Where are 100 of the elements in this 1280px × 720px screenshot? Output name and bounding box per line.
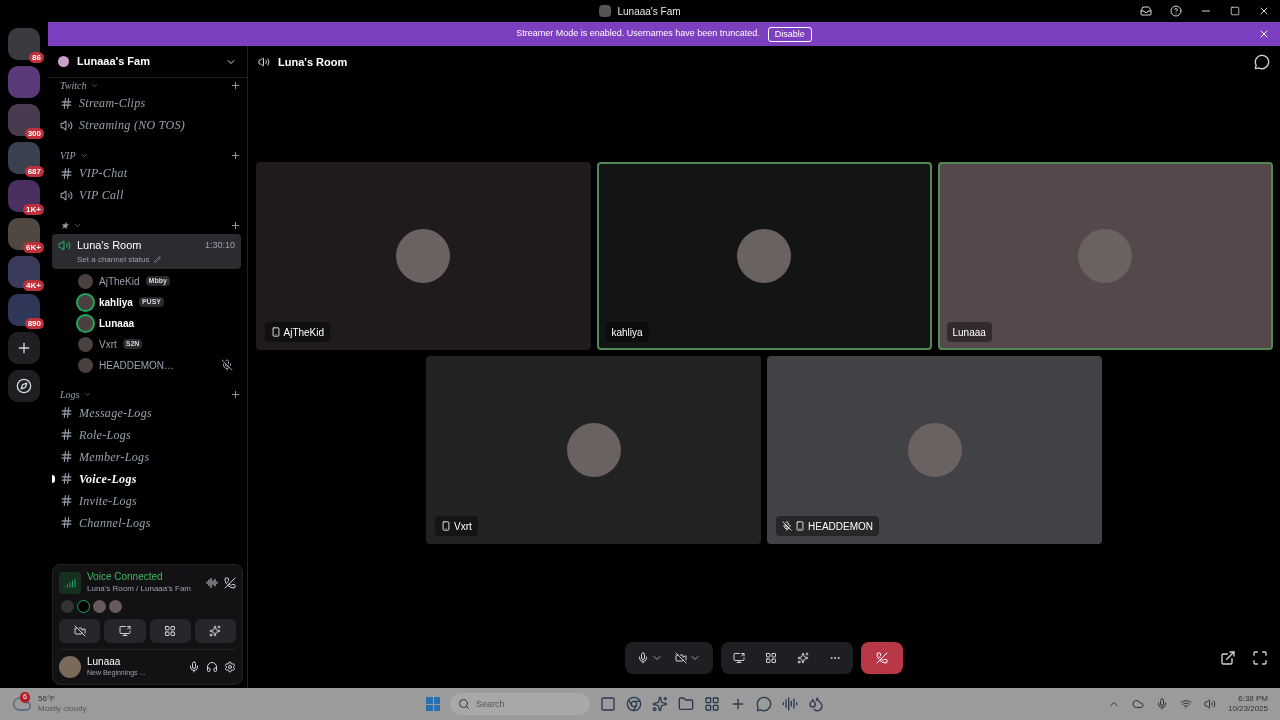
avatar	[77, 600, 90, 613]
disable-button[interactable]: Disable	[767, 26, 812, 42]
plus-icon[interactable]	[230, 389, 241, 400]
channel-item[interactable]: Message-Logs	[52, 401, 241, 424]
fullscreen-icon[interactable]	[1252, 650, 1268, 666]
close-icon[interactable]	[1258, 28, 1270, 40]
camera-off-icon[interactable]	[675, 652, 687, 664]
close-icon[interactable]	[1258, 5, 1270, 17]
video-tile[interactable]: Lunaaa	[937, 162, 1273, 350]
help-icon[interactable]	[1170, 5, 1182, 17]
soundboard-icon[interactable]	[797, 652, 809, 664]
server-icon[interactable]	[8, 294, 40, 326]
settings-icon[interactable]	[224, 661, 236, 673]
member-name[interactable]: kahliya	[99, 294, 133, 310]
video-tile[interactable]: AjTheKid	[255, 162, 591, 350]
plus-icon[interactable]	[230, 149, 241, 161]
screen-share-icon[interactable]	[733, 652, 745, 664]
taskbar-app-icon[interactable]	[678, 696, 694, 712]
plus-icon[interactable]	[230, 219, 241, 231]
channel-item[interactable]: Voice-Logs	[52, 467, 241, 490]
video-tile[interactable]: Vxrt	[426, 356, 761, 544]
voice-location[interactable]: Luna's Room / Lunaaa's Fam	[87, 583, 191, 594]
taskbar-app-icon[interactable]	[626, 696, 642, 712]
taskbar-app-icon[interactable]	[600, 696, 616, 712]
hash-icon	[60, 428, 73, 441]
discover-button[interactable]	[8, 370, 40, 402]
search-field[interactable]: Search	[450, 693, 590, 715]
server-name[interactable]: Lunaaa's Fam	[77, 53, 150, 70]
hash-icon	[60, 516, 73, 529]
cloud-icon[interactable]	[1131, 698, 1144, 710]
voice-channel[interactable]: Luna's Room 1:30:10 Set a channel status	[52, 234, 241, 269]
taskbar-app-icon[interactable]	[730, 696, 746, 712]
name-tag: kahliya	[605, 322, 649, 342]
server-logo-icon	[58, 56, 69, 67]
member-name[interactable]: HEADDEMON…	[99, 357, 174, 373]
weather-text: Mostly cloudy	[38, 704, 87, 714]
server-icon[interactable]	[8, 104, 40, 136]
taskbar-app-icon[interactable]	[756, 696, 772, 712]
streamer-mode-banner: Streamer Mode is enabled. Usernames have been truncated. Disable	[48, 22, 1280, 46]
speaker-icon	[60, 188, 73, 202]
category-name[interactable]: ★	[60, 217, 69, 233]
inbox-icon[interactable]	[1140, 5, 1152, 17]
member-name[interactable]: Lunaaa	[99, 315, 134, 331]
activities-icon[interactable]	[765, 652, 777, 664]
avatar	[566, 423, 621, 477]
activities-button[interactable]	[149, 619, 191, 643]
category-name[interactable]: VIP	[60, 147, 76, 163]
wifi-icon[interactable]	[1179, 698, 1192, 710]
channel-item[interactable]: Stream-Clips	[52, 92, 241, 114]
avatar	[59, 656, 81, 678]
leave-call-button[interactable]	[861, 642, 903, 674]
channel-item[interactable]: Streaming (NO TOS)	[52, 114, 241, 136]
phone-icon	[795, 521, 805, 531]
taskbar-app-icon[interactable]	[808, 696, 824, 712]
server-icon[interactable]	[8, 256, 40, 288]
screen-share-button[interactable]	[104, 619, 146, 643]
channel-item[interactable]: VIP Call	[52, 184, 241, 206]
server-icon[interactable]	[8, 218, 40, 250]
hash-icon	[60, 406, 73, 419]
camera-button[interactable]	[59, 619, 101, 643]
channel-item[interactable]: Invite-Logs	[52, 489, 241, 512]
speaker-icon	[60, 118, 73, 132]
soundboard-button[interactable]	[194, 619, 236, 643]
video-tile[interactable]: kahliya	[596, 162, 932, 350]
channel-item[interactable]: Member-Logs	[52, 445, 241, 468]
category-name[interactable]: Twitch	[60, 78, 87, 93]
member-name[interactable]: AjTheKid	[99, 273, 140, 289]
chat-icon[interactable]	[1254, 54, 1270, 70]
video-tile[interactable]: HEADDEMON	[767, 356, 1102, 544]
channel-item[interactable]: VIP-Chat	[52, 162, 241, 184]
name-tag: Lunaaa	[946, 322, 992, 342]
plus-icon[interactable]	[230, 79, 241, 91]
category-name[interactable]: Logs	[60, 387, 80, 402]
taskbar-app-icon[interactable]	[652, 696, 668, 712]
disconnect-icon[interactable]	[224, 576, 236, 589]
signal-icon	[59, 571, 81, 594]
room-title: Luna's Room	[278, 54, 348, 70]
server-icon[interactable]	[8, 142, 40, 174]
sound-wave-icon[interactable]	[206, 576, 218, 589]
channel-item[interactable]: Channel-Logs	[52, 511, 241, 534]
phone-icon	[270, 327, 281, 337]
name-tag: HEADDEMON	[776, 516, 879, 536]
pop-out-icon[interactable]	[1220, 650, 1236, 666]
volume-icon[interactable]	[1203, 698, 1216, 710]
start-button[interactable]	[426, 697, 440, 711]
member-name[interactable]: Vxrt	[99, 336, 117, 352]
mic-icon[interactable]	[188, 661, 200, 673]
server-icon[interactable]	[8, 180, 40, 212]
mic-icon[interactable]	[637, 652, 649, 664]
taskbar-app-icon[interactable]	[782, 696, 798, 712]
avatar	[93, 600, 106, 613]
add-server-button[interactable]	[8, 332, 40, 364]
soundboard-icon	[209, 625, 222, 637]
server-icon[interactable]	[8, 28, 40, 60]
pencil-icon	[153, 256, 161, 263]
headphones-icon[interactable]	[206, 661, 218, 673]
channel-item[interactable]: Role-Logs	[52, 423, 241, 446]
weather-icon	[12, 694, 32, 714]
maximize-icon[interactable]	[1230, 6, 1240, 16]
taskbar-app-icon[interactable]	[704, 696, 720, 712]
